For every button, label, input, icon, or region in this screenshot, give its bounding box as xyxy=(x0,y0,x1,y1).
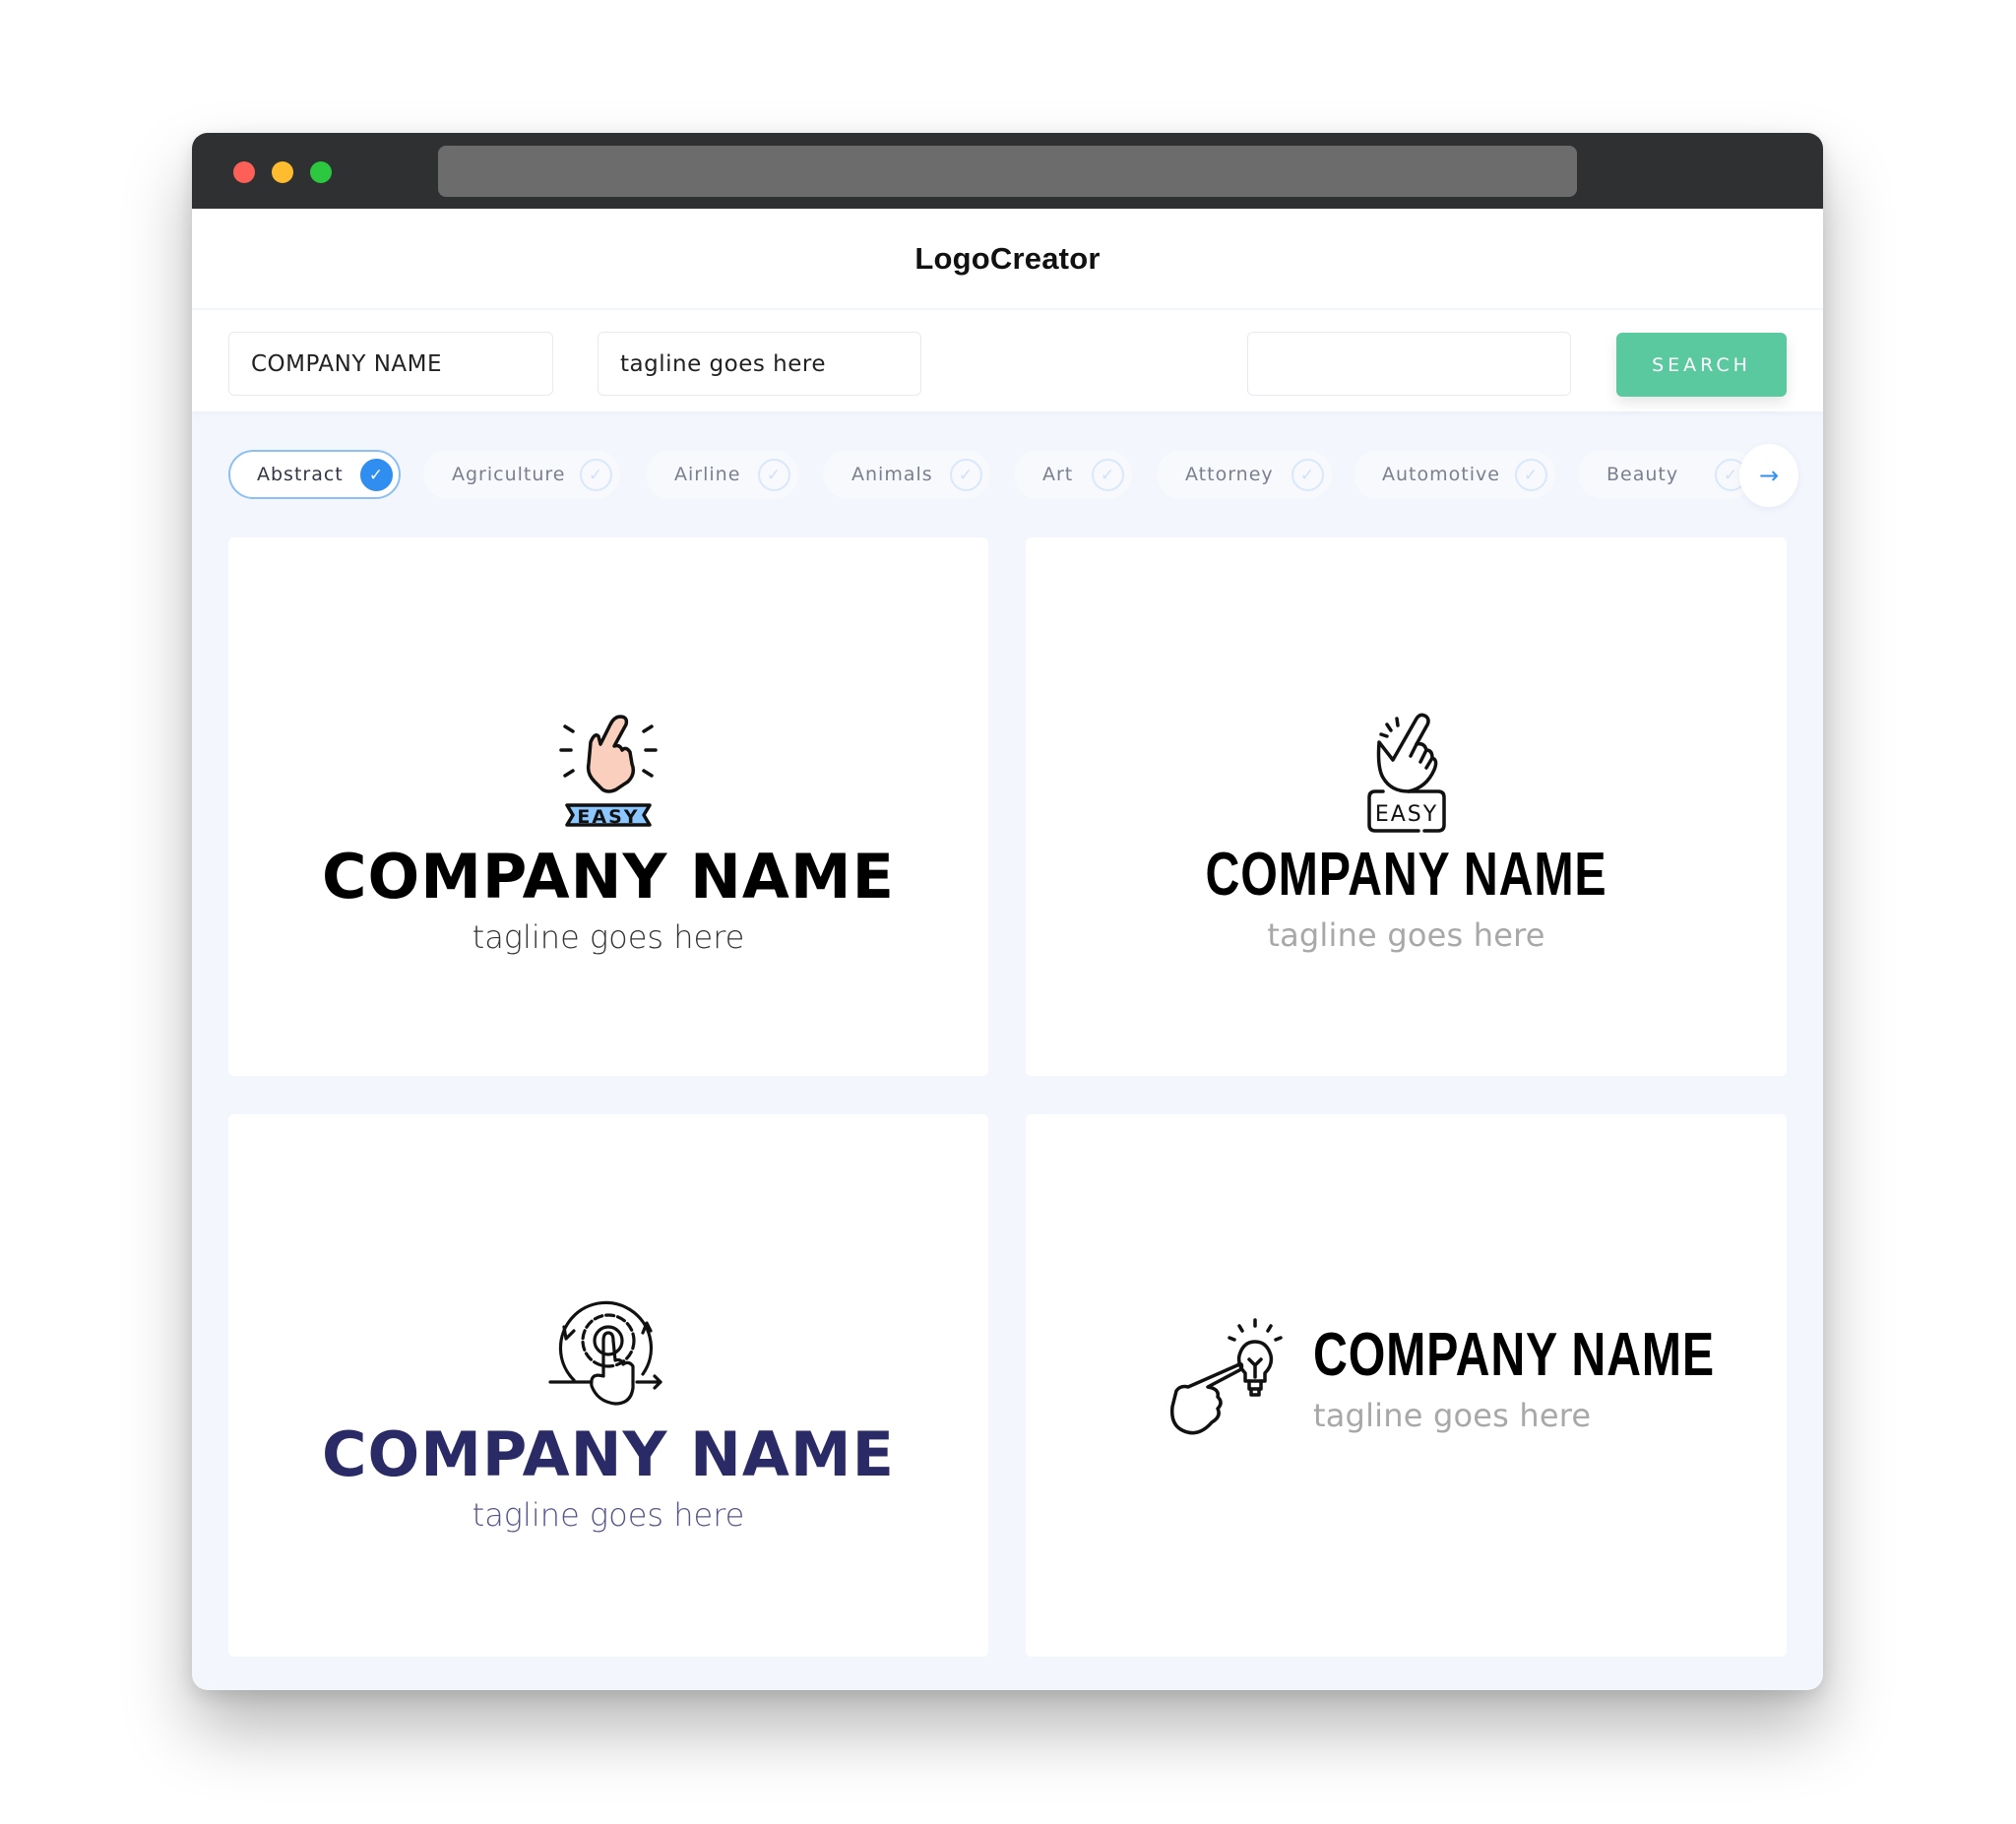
category-chip-abstract[interactable]: Abstract ✓ xyxy=(228,450,401,499)
tagline-input[interactable] xyxy=(598,332,921,396)
category-label: Airline xyxy=(674,464,741,485)
title-bar xyxy=(192,133,1823,209)
check-icon: ✓ xyxy=(580,459,612,491)
address-bar[interactable] xyxy=(438,146,1577,197)
next-categories-button[interactable]: → xyxy=(1739,444,1798,507)
category-chip-art[interactable]: Art ✓ xyxy=(1014,450,1132,499)
category-chip-animals[interactable]: Animals ✓ xyxy=(823,450,990,499)
category-label: Animals xyxy=(851,464,933,485)
easy-badge-text: EASY xyxy=(577,806,639,828)
search-button[interactable]: SEARCH xyxy=(1616,333,1787,397)
logo-tagline: tagline goes here xyxy=(472,1496,745,1534)
category-filter-bar: Abstract ✓ Agriculture ✓ Airline ✓ Anima… xyxy=(228,444,1798,507)
logo-company-name: COMPANY NAME xyxy=(322,1418,895,1490)
check-icon: ✓ xyxy=(1515,459,1547,491)
check-icon: ✓ xyxy=(758,459,790,491)
tap-hand-easy-icon: EASY xyxy=(559,715,658,828)
check-icon: ✓ xyxy=(1292,459,1324,491)
logo-tagline: tagline goes here xyxy=(1267,916,1545,954)
logo-tagline: tagline goes here xyxy=(1313,1396,1592,1434)
category-label: Abstract xyxy=(257,464,344,485)
category-label: Beauty xyxy=(1606,464,1679,485)
minimize-window-button[interactable] xyxy=(272,161,293,183)
arrow-right-icon: → xyxy=(1758,462,1780,489)
browser-window: LogoCreator SEARCH Abstract ✓ Agricultur… xyxy=(192,133,1823,1690)
easy-badge-text: EASY xyxy=(1374,802,1437,827)
category-chip-automotive[interactable]: Automotive ✓ xyxy=(1354,450,1555,499)
category-chip-beauty[interactable]: Beauty ✓ xyxy=(1578,450,1755,499)
brand-logo-text[interactable]: LogoCreator xyxy=(914,241,1100,277)
check-icon: ✓ xyxy=(1092,459,1124,491)
logo-company-name: COMPANY NAME xyxy=(1205,841,1607,909)
category-chip-agriculture[interactable]: Agriculture ✓ xyxy=(423,450,620,499)
category-label: Attorney xyxy=(1185,464,1274,485)
keyword-input[interactable] xyxy=(1247,332,1571,396)
logo-card[interactable]: COMPANY NAME tagline goes here xyxy=(228,1114,988,1657)
check-icon: ✓ xyxy=(360,459,393,491)
touch-gear-cycle-icon xyxy=(548,1300,662,1406)
check-icon: ✓ xyxy=(950,459,982,491)
logo-card[interactable]: COMPANY NAME tagline goes here xyxy=(1026,1114,1787,1657)
logo-company-name: COMPANY NAME xyxy=(322,841,895,912)
category-chip-airline[interactable]: Airline ✓ xyxy=(646,450,798,499)
maximize-window-button[interactable] xyxy=(310,161,332,183)
company-name-input[interactable] xyxy=(228,332,553,396)
category-label: Automotive xyxy=(1382,464,1500,485)
app-header: LogoCreator xyxy=(192,209,1823,308)
search-panel: SEARCH xyxy=(192,310,1823,411)
logo-company-name: COMPANY NAME xyxy=(1313,1320,1715,1389)
category-label: Art xyxy=(1042,464,1074,485)
logo-card[interactable]: EASY COMPANY NAME tagline goes here xyxy=(1026,537,1787,1076)
category-chip-attorney[interactable]: Attorney ✓ xyxy=(1157,450,1332,499)
close-window-button[interactable] xyxy=(233,161,255,183)
category-label: Agriculture xyxy=(452,464,566,485)
logo-tagline: tagline goes here xyxy=(472,918,745,956)
pointing-hand-lightbulb-icon xyxy=(1169,1318,1283,1435)
logo-card[interactable]: EASY COMPANY NAME tagline goes here xyxy=(228,537,988,1076)
tap-hand-easy-outline-icon: EASY xyxy=(1366,713,1446,833)
